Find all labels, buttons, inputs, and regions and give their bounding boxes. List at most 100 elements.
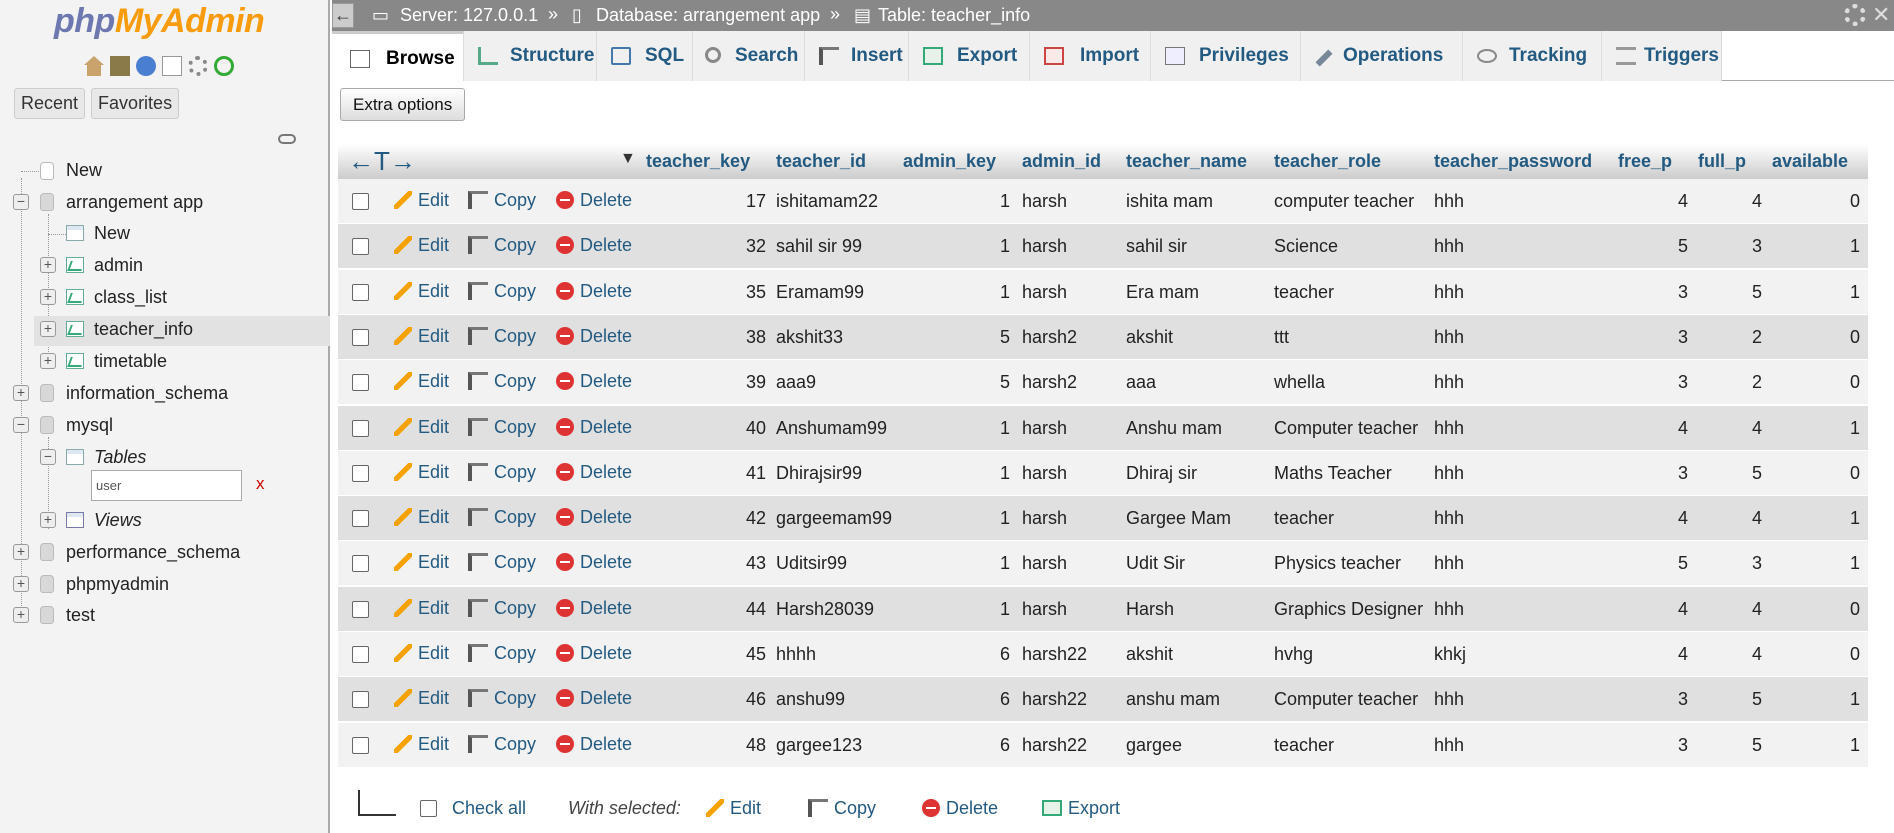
- table-cell[interactable]: ttt: [1274, 327, 1289, 348]
- row-edit-button[interactable]: Edit: [394, 462, 449, 483]
- table-cell[interactable]: 0: [1850, 191, 1860, 212]
- table-cell[interactable]: khkj: [1434, 644, 1466, 665]
- table-cell[interactable]: 0: [1850, 644, 1860, 665]
- tab-privileges[interactable]: Privileges: [1151, 31, 1301, 81]
- favorites-button[interactable]: Favorites: [91, 88, 180, 119]
- db-mysql[interactable]: mysql: [66, 415, 113, 436]
- table-cell[interactable]: hhh: [1434, 418, 1464, 439]
- expand-icon[interactable]: +: [13, 607, 29, 623]
- row-copy-button[interactable]: Copy: [468, 417, 536, 438]
- row-checkbox[interactable]: [352, 238, 369, 256]
- table-cell[interactable]: 17: [746, 191, 766, 212]
- row-delete-button[interactable]: Delete: [556, 643, 632, 664]
- table-cell[interactable]: akshit: [1126, 327, 1173, 348]
- row-copy-button[interactable]: Copy: [468, 462, 536, 483]
- db-performance-schema[interactable]: performance_schema: [66, 542, 240, 563]
- table-cell[interactable]: 1: [1850, 282, 1860, 303]
- table-cell[interactable]: 6: [1000, 644, 1010, 665]
- table-cell[interactable]: hhh: [1434, 372, 1464, 393]
- table-cell[interactable]: 6: [1000, 689, 1010, 710]
- table-cell[interactable]: gargeemam99: [776, 508, 892, 529]
- table-cell[interactable]: hhh: [1434, 735, 1464, 756]
- collapse-icon[interactable]: −: [40, 449, 56, 465]
- table-cell[interactable]: Maths Teacher: [1274, 463, 1392, 484]
- table-cell[interactable]: Dhirajsir99: [776, 463, 862, 484]
- table-cell[interactable]: 5: [1752, 689, 1762, 710]
- expand-icon[interactable]: +: [13, 576, 29, 592]
- row-checkbox[interactable]: [352, 328, 369, 346]
- table-cell[interactable]: 6: [1000, 735, 1010, 756]
- table-cell[interactable]: harsh22: [1022, 689, 1087, 710]
- table-cell[interactable]: 3: [1678, 463, 1688, 484]
- clear-filter-button[interactable]: x: [256, 474, 265, 494]
- row-edit-button[interactable]: Edit: [394, 643, 449, 664]
- recent-button[interactable]: Recent: [14, 88, 86, 119]
- table-cell[interactable]: Harsh: [1126, 599, 1174, 620]
- tab-export[interactable]: Export: [909, 31, 1030, 81]
- row-edit-button[interactable]: Edit: [394, 281, 449, 302]
- table-cell[interactable]: Era mam: [1126, 282, 1199, 303]
- table-cell[interactable]: 2: [1752, 372, 1762, 393]
- table-cell[interactable]: akshit: [1126, 644, 1173, 665]
- table-cell[interactable]: 4: [1752, 418, 1762, 439]
- table-cell[interactable]: harsh: [1022, 236, 1067, 257]
- row-edit-button[interactable]: Edit: [394, 507, 449, 528]
- table-cell[interactable]: Computer teacher: [1274, 689, 1418, 710]
- new-table-link[interactable]: New: [94, 223, 130, 244]
- table-cell[interactable]: 1: [1850, 508, 1860, 529]
- table-cell[interactable]: teacher: [1274, 735, 1334, 756]
- expand-icon[interactable]: +: [40, 257, 56, 273]
- table-cell[interactable]: hhh: [1434, 282, 1464, 303]
- phpmyadmin-logo[interactable]: phpMyAdmin: [54, 2, 265, 41]
- table-cell[interactable]: 39: [746, 372, 766, 393]
- table-cell[interactable]: 0: [1850, 599, 1860, 620]
- check-all-label[interactable]: Check all: [452, 798, 526, 819]
- table-cell[interactable]: harsh2: [1022, 372, 1077, 393]
- row-edit-button[interactable]: Edit: [394, 417, 449, 438]
- table-cell[interactable]: harsh: [1022, 463, 1067, 484]
- table-cell[interactable]: akshit33: [776, 327, 843, 348]
- row-checkbox[interactable]: [352, 691, 369, 709]
- tab-operations[interactable]: Operations: [1301, 31, 1463, 81]
- table-cell[interactable]: harsh22: [1022, 644, 1087, 665]
- table-cell[interactable]: 1: [1850, 553, 1860, 574]
- table-cell[interactable]: Uditsir99: [776, 553, 847, 574]
- tab-structure[interactable]: Structure: [464, 31, 597, 81]
- table-cell[interactable]: 43: [746, 553, 766, 574]
- table-cell[interactable]: 3: [1678, 282, 1688, 303]
- row-checkbox[interactable]: [352, 374, 369, 392]
- column-header[interactable]: admin_id: [1022, 151, 1101, 172]
- table-cell[interactable]: sahil sir: [1126, 236, 1187, 257]
- table-cell[interactable]: hvhg: [1274, 644, 1313, 665]
- table-cell[interactable]: 45: [746, 644, 766, 665]
- table-cell[interactable]: 4: [1752, 191, 1762, 212]
- expand-icon[interactable]: +: [13, 544, 29, 560]
- mysql-tables-group[interactable]: Tables: [94, 447, 146, 468]
- table-cell[interactable]: harsh: [1022, 282, 1067, 303]
- gear-icon[interactable]: [1844, 4, 1866, 26]
- table-cell[interactable]: 4: [1678, 191, 1688, 212]
- table-timetable[interactable]: timetable: [94, 351, 167, 372]
- row-edit-button[interactable]: Edit: [394, 734, 449, 755]
- table-cell[interactable]: Dhiraj sir: [1126, 463, 1197, 484]
- column-header[interactable]: available: [1772, 151, 1848, 172]
- row-delete-button[interactable]: Delete: [556, 326, 632, 347]
- row-copy-button[interactable]: Copy: [468, 552, 536, 573]
- table-cell[interactable]: hhh: [1434, 191, 1464, 212]
- table-cell[interactable]: 3: [1678, 372, 1688, 393]
- tab-sql[interactable]: SQL: [597, 31, 693, 81]
- breadcrumb-table[interactable]: Table: teacher_info: [878, 5, 1030, 26]
- column-header[interactable]: free_p: [1618, 151, 1672, 172]
- table-cell[interactable]: 0: [1850, 327, 1860, 348]
- bulk-edit-button[interactable]: Edit: [706, 798, 761, 819]
- expand-icon[interactable]: +: [13, 385, 29, 401]
- table-cell[interactable]: 1: [1850, 418, 1860, 439]
- row-edit-button[interactable]: Edit: [394, 190, 449, 211]
- table-cell[interactable]: Physics teacher: [1274, 553, 1401, 574]
- breadcrumb-database[interactable]: Database: arrangement app: [596, 5, 820, 26]
- row-delete-button[interactable]: Delete: [556, 598, 632, 619]
- table-cell[interactable]: 46: [746, 689, 766, 710]
- column-header[interactable]: teacher_password: [1434, 151, 1592, 172]
- table-cell[interactable]: Eramam99: [776, 282, 864, 303]
- table-cell[interactable]: 4: [1752, 599, 1762, 620]
